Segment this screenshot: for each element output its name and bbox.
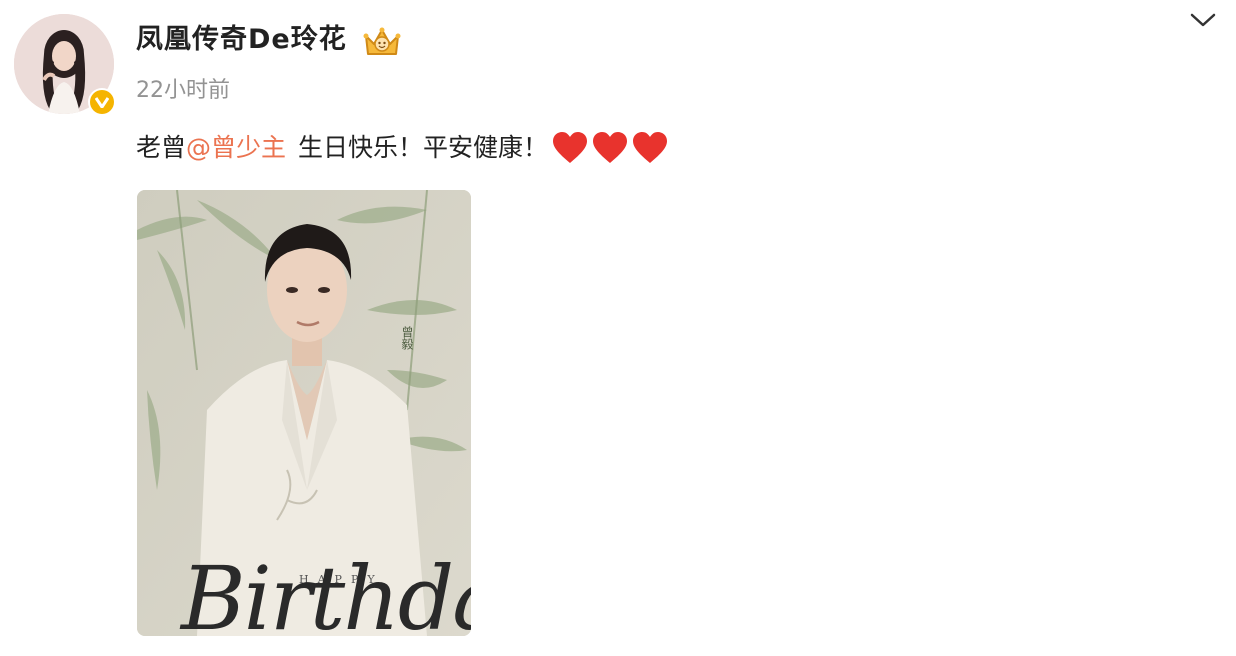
heart-emojis: [552, 131, 672, 165]
heart-icon: [553, 132, 588, 163]
photo-caption-birthday: Birthday: [181, 547, 471, 636]
heart-icon: [593, 132, 628, 163]
post-timestamp[interactable]: 22小时前: [136, 74, 230, 108]
heart-icon: [633, 132, 668, 163]
photo-vertical-name: 曾毅: [400, 326, 414, 350]
username[interactable]: 凤凰传奇De玲花: [136, 20, 347, 60]
post-content: 老曾 @曾少主 生日快乐！平安健康！: [136, 128, 672, 168]
mention-link[interactable]: @曾少主: [186, 128, 286, 168]
verified-badge-icon: [88, 88, 116, 116]
post-image[interactable]: 曾毅 HAPPY Birthday: [137, 190, 471, 636]
post-text-suffix: 生日快乐！平安健康！: [298, 133, 549, 162]
chevron-down-icon[interactable]: [1188, 10, 1218, 30]
weibo-post-card: 凤凰传奇De玲花 22小时前 老曾 @曾少主 生日快乐！平安健康！ 曾毅 HAP…: [0, 0, 1236, 656]
avatar[interactable]: [14, 14, 116, 116]
crown-icon[interactable]: [362, 24, 402, 60]
post-text-prefix: 老曾: [136, 133, 187, 162]
